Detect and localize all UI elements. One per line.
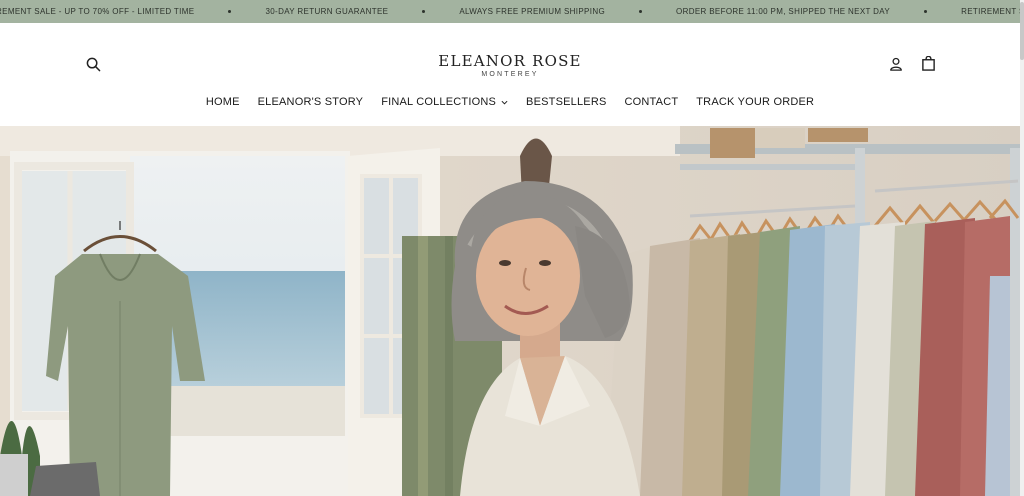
nav-item-contact[interactable]: CONTACT <box>616 96 688 108</box>
announcement-item: REMENT SALE - UP TO 70% OFF - LIMITED TI… <box>0 7 195 16</box>
announcement-item: RETIREMENT SALE - UP TO 70% OFF - LIMITE… <box>961 7 1020 16</box>
separator-dot <box>228 10 232 13</box>
announcement-track: REMENT SALE - UP TO 70% OFF - LIMITED TI… <box>0 0 1020 23</box>
announcement-item: ORDER BEFORE 11:00 PM, SHIPPED THE NEXT … <box>676 7 891 16</box>
nav-item-label: ELEANOR'S STORY <box>257 96 364 108</box>
hero-image <box>0 126 1020 496</box>
announcement-bar: REMENT SALE - UP TO 70% OFF - LIMITED TI… <box>0 0 1020 23</box>
cart-button[interactable] <box>917 52 939 74</box>
logo-subtitle: MONTEREY <box>481 71 539 78</box>
nav-item-label: BESTSELLERS <box>526 96 607 108</box>
nav-item-label: HOME <box>205 96 240 108</box>
logo-title: ELEANOR ROSE <box>438 52 582 70</box>
main-nav: HOME ELEANOR'S STORY FINAL COLLECTIONS B… <box>0 96 1020 108</box>
nav-item-bestsellers[interactable]: BESTSELLERS <box>517 96 615 108</box>
nav-item-home[interactable]: HOME <box>197 96 249 108</box>
announcement-item: ALWAYS FREE PREMIUM SHIPPING <box>459 7 606 16</box>
nav-item-label: CONTACT <box>624 96 679 108</box>
nav-item-eleanors-story[interactable]: ELEANOR'S STORY <box>249 96 373 108</box>
site-logo[interactable]: ELEANOR ROSE MONTEREY <box>0 52 1020 78</box>
scrollbar-thumb[interactable] <box>1020 2 1024 60</box>
page: REMENT SALE - UP TO 70% OFF - LIMITED TI… <box>0 0 1024 496</box>
account-button[interactable] <box>885 53 907 75</box>
page-scrollbar[interactable] <box>1020 0 1024 496</box>
separator-dot <box>422 10 426 13</box>
nav-item-label: FINAL COLLECTIONS <box>381 96 497 108</box>
hero-illustration <box>0 126 1020 496</box>
nav-item-track-order[interactable]: TRACK YOUR ORDER <box>687 96 823 108</box>
announcement-item: 30-DAY RETURN GUARANTEE <box>265 7 389 16</box>
nav-item-final-collections[interactable]: FINAL COLLECTIONS <box>372 96 517 108</box>
separator-dot <box>924 10 928 13</box>
user-icon <box>890 57 902 71</box>
cart-icon <box>921 55 935 71</box>
nav-item-label: TRACK YOUR ORDER <box>696 96 815 108</box>
separator-dot <box>639 10 643 13</box>
site-header: ELEANOR ROSE MONTEREY HOME ELEANOR'S STO… <box>0 23 1020 126</box>
chevron-down-icon <box>501 100 508 105</box>
